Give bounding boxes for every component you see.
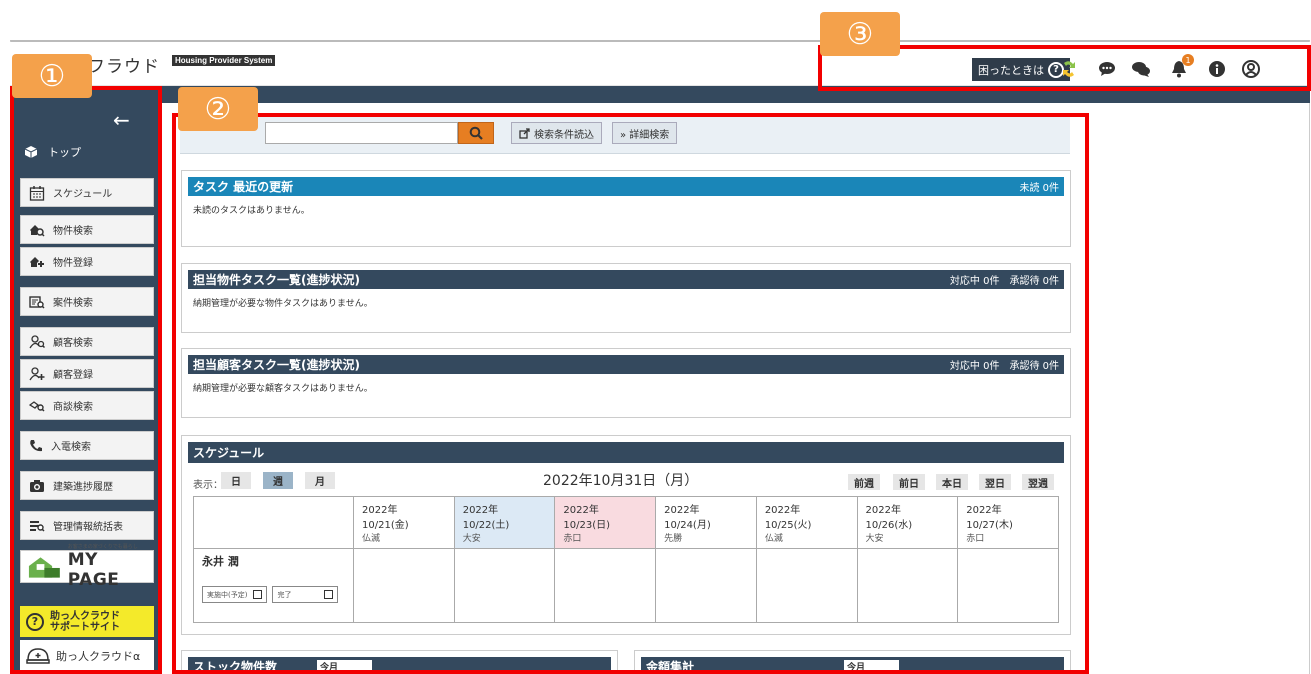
highlight-sidebar	[10, 86, 162, 674]
app-logo: フラウド	[88, 57, 160, 77]
callout-two: ②	[178, 87, 258, 131]
callout-one: ①	[12, 54, 92, 98]
highlight-main	[172, 113, 1089, 674]
callout-three: ③	[820, 12, 900, 56]
logo-badge: Housing Provider System	[172, 55, 276, 66]
